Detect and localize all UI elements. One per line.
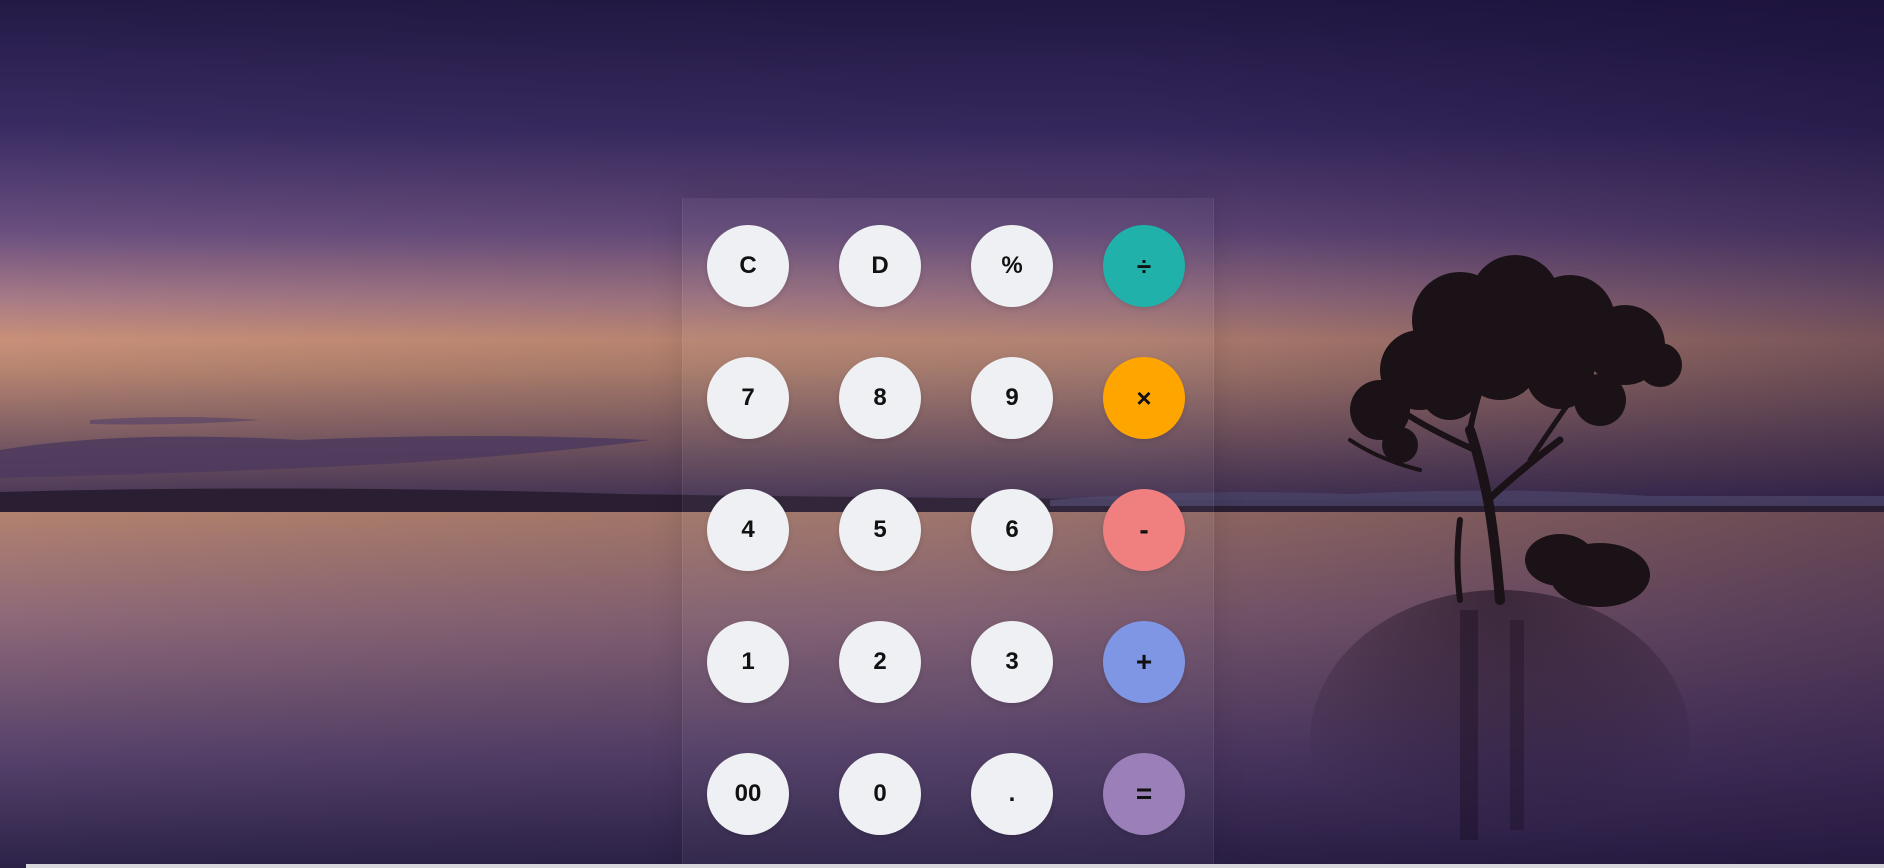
delete-button[interactable]: D <box>839 225 921 307</box>
decimal-button[interactable]: . <box>971 753 1053 835</box>
clear-button[interactable]: C <box>707 225 789 307</box>
digit-4-button[interactable]: 4 <box>707 489 789 571</box>
double-zero-button[interactable]: 00 <box>707 753 789 835</box>
digit-2-button[interactable]: 2 <box>839 621 921 703</box>
calculator-keypad: C D% ÷ 7 8 9 × 4 5 6-1 2 3 +00 0. = <box>707 225 1185 835</box>
digit-5-button[interactable]: 5 <box>839 489 921 571</box>
digit-6-button[interactable]: 6 <box>971 489 1053 571</box>
digit-3-button[interactable]: 3 <box>971 621 1053 703</box>
equals-button[interactable]: = <box>1103 753 1185 835</box>
divide-button[interactable]: ÷ <box>1103 225 1185 307</box>
multiply-button[interactable]: × <box>1103 357 1185 439</box>
digit-9-button[interactable]: 9 <box>971 357 1053 439</box>
digit-8-button[interactable]: 8 <box>839 357 921 439</box>
add-button[interactable]: + <box>1103 621 1185 703</box>
bottom-scrollbar[interactable] <box>26 864 1884 868</box>
digit-0-button[interactable]: 0 <box>839 753 921 835</box>
digit-1-button[interactable]: 1 <box>707 621 789 703</box>
percent-button[interactable]: % <box>971 225 1053 307</box>
digit-7-button[interactable]: 7 <box>707 357 789 439</box>
subtract-button[interactable]: - <box>1103 489 1185 571</box>
